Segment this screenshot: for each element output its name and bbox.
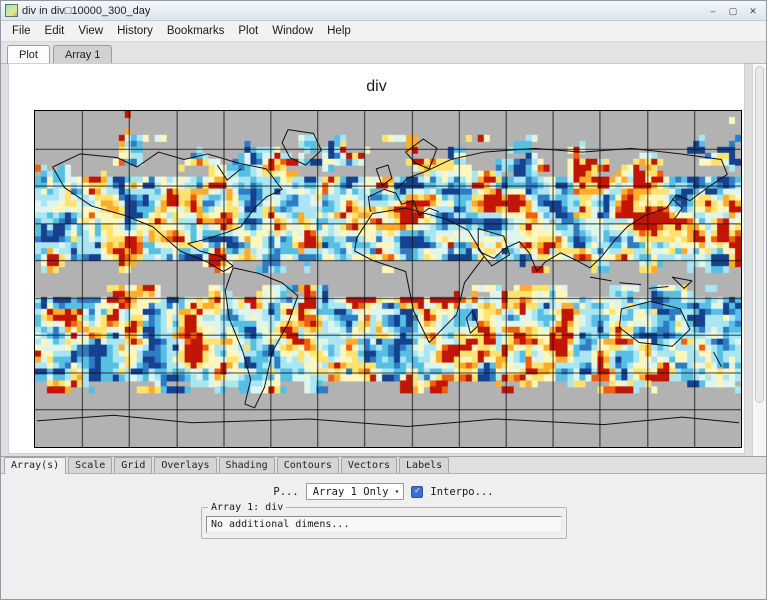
tab-plot[interactable]: Plot	[7, 45, 50, 64]
plot-title: div	[9, 64, 744, 96]
menu-plot[interactable]: Plot	[231, 23, 265, 39]
menu-window[interactable]: Window	[265, 23, 320, 39]
map-plot	[34, 110, 742, 448]
tab-vectors[interactable]: Vectors	[341, 457, 397, 473]
maximize-icon[interactable]: ▢	[724, 4, 742, 18]
menu-history[interactable]: History	[110, 23, 160, 39]
app-icon	[5, 4, 18, 17]
control-panel: P... Array 1 Only ▾ ✓ Interpo... Array 1…	[1, 474, 766, 599]
array-info-field: No additional dimens...	[206, 516, 562, 533]
menu-view[interactable]: View	[71, 23, 110, 39]
window-controls: – ▢ ✕	[704, 4, 762, 18]
menu-edit[interactable]: Edit	[38, 23, 72, 39]
interpolate-label: Interpo...	[430, 486, 493, 498]
plot-page: div	[9, 64, 744, 453]
menu-bar: FileEditViewHistoryBookmarksPlotWindowHe…	[1, 21, 766, 42]
tab-labels[interactable]: Labels	[399, 457, 449, 473]
tab-scale[interactable]: Scale	[68, 457, 112, 473]
minimize-icon[interactable]: –	[704, 4, 722, 18]
top-tab-bar: PlotArray 1	[1, 42, 766, 64]
array-combo[interactable]: Array 1 Only ▾	[306, 483, 405, 500]
plot-viewport: div	[1, 64, 766, 456]
tab-array-1[interactable]: Array 1	[53, 45, 112, 63]
tab-shading[interactable]: Shading	[219, 457, 275, 473]
tab-overlays[interactable]: Overlays	[154, 457, 216, 473]
chevron-down-icon: ▾	[395, 487, 400, 496]
array-group-legend: Array 1: div	[208, 502, 286, 513]
array-group: Array 1: div No additional dimens...	[201, 502, 567, 539]
window-title: div in div□10000_300_day	[22, 5, 150, 17]
coastlines-overlay	[35, 111, 741, 447]
tab-grid[interactable]: Grid	[114, 457, 152, 473]
coastline-path	[37, 130, 739, 427]
interpolate-checkbox[interactable]: ✓	[411, 486, 423, 498]
array-combo-value: Array 1 Only	[313, 486, 389, 498]
title-bar[interactable]: div in div□10000_300_day – ▢ ✕	[1, 1, 766, 21]
vertical-scrollbar[interactable]	[752, 64, 766, 456]
plot-prefix-label: P...	[273, 486, 298, 498]
plot-controls-row: P... Array 1 Only ▾ ✓ Interpo...	[1, 483, 766, 500]
menu-help[interactable]: Help	[320, 23, 358, 39]
tab-array-s-[interactable]: Array(s)	[4, 457, 66, 474]
check-icon: ✓	[415, 487, 420, 496]
menu-file[interactable]: File	[5, 23, 38, 39]
scrollbar-thumb[interactable]	[755, 66, 764, 403]
tab-contours[interactable]: Contours	[277, 457, 339, 473]
app-window: div in div□10000_300_day – ▢ ✕ FileEditV…	[0, 0, 767, 600]
menu-bookmarks[interactable]: Bookmarks	[160, 23, 232, 39]
close-icon[interactable]: ✕	[744, 4, 762, 18]
bottom-tab-bar: Array(s)ScaleGridOverlaysShadingContours…	[1, 456, 766, 474]
